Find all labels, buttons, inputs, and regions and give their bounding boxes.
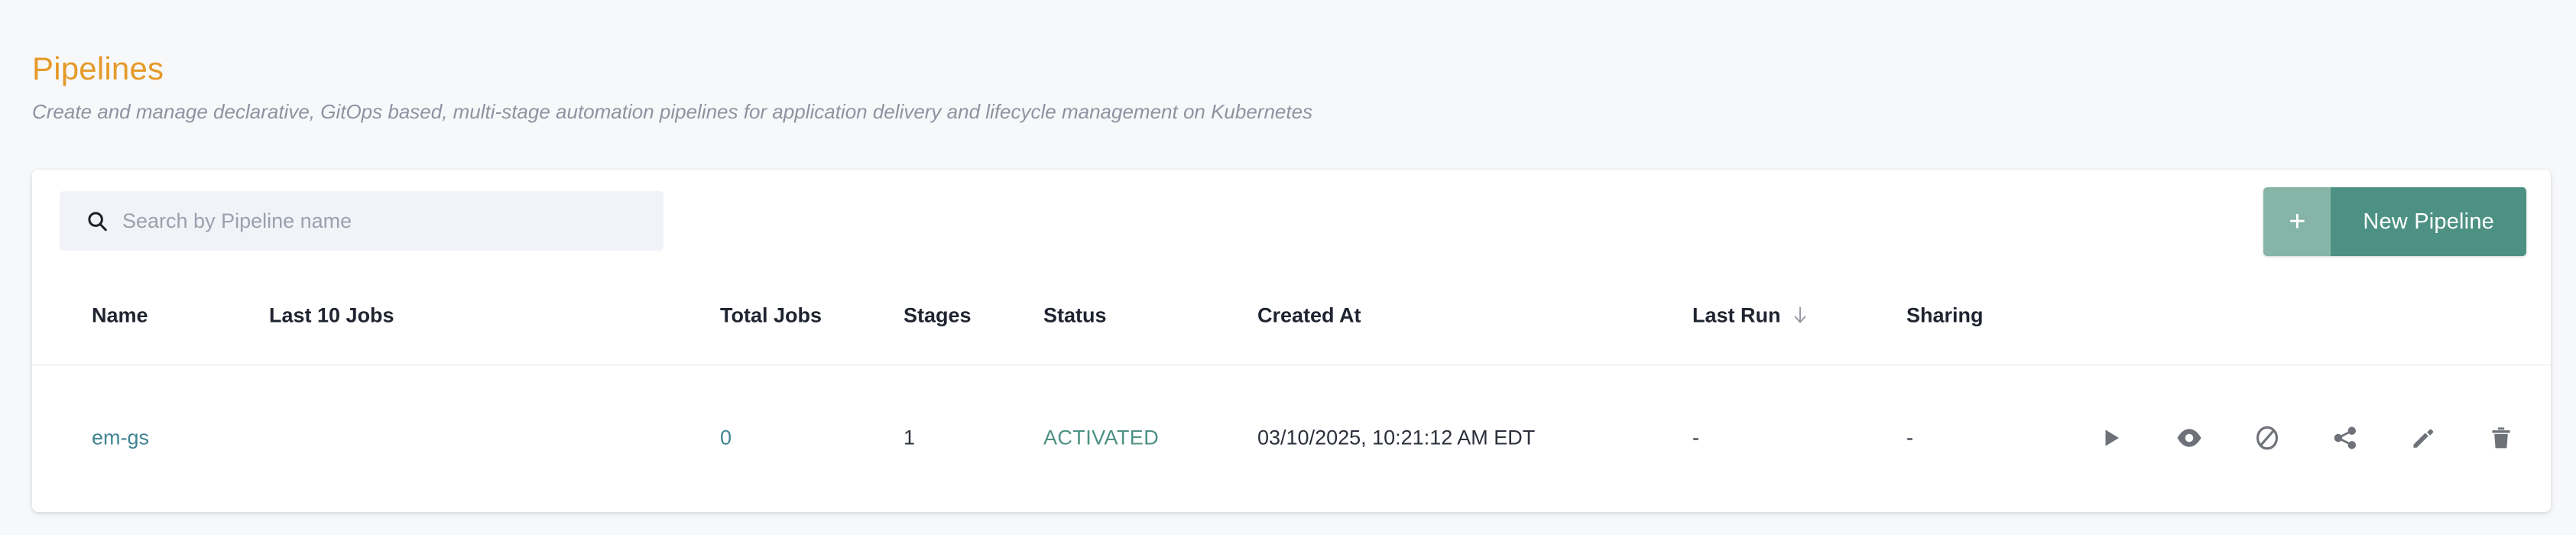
pipelines-card: + New Pipeline Name Last 10 Jobs Total J… [32,170,2551,512]
delete-pipeline-icon[interactable] [2487,423,2516,452]
cell-status-badge: ACTIVATED [1043,426,1160,449]
column-header-label: Created At [1257,303,1361,326]
column-header-last-10-jobs[interactable]: Last 10 Jobs [269,303,394,327]
table-row[interactable]: em-gs 0 1 ACTIVATED 03/10/2025, 10:21:12… [32,365,2551,511]
new-pipeline-button[interactable]: + New Pipeline [2263,187,2526,256]
pipelines-page: Pipelines Create and manage declarative,… [0,0,2576,535]
column-header-label: Stages [904,303,972,326]
sort-descending-arrow-icon [1792,306,1809,326]
cell-sharing: - [1906,426,1913,449]
run-pipeline-icon[interactable] [2097,423,2126,452]
search-box[interactable] [60,191,663,251]
column-header-stages[interactable]: Stages [904,303,972,327]
new-pipeline-label: New Pipeline [2331,187,2526,256]
view-pipeline-icon[interactable] [2175,423,2204,452]
row-actions [2097,423,2516,452]
cell-pipeline-name[interactable]: em-gs [92,426,149,450]
column-header-name[interactable]: Name [92,303,148,327]
column-header-label: Sharing [1906,303,1984,326]
cell-last-run: - [1692,426,1699,449]
cell-total-jobs[interactable]: 0 [720,426,732,450]
table-toolbar: + New Pipeline [32,170,2551,266]
column-header-sharing[interactable]: Sharing [1906,303,1984,327]
plus-icon: + [2263,187,2331,256]
pipelines-table: Name Last 10 Jobs Total Jobs Stages Stat… [32,266,2551,511]
page-subtitle: Create and manage declarative, GitOps ba… [32,100,1313,123]
column-header-label: Name [92,303,148,326]
edit-pipeline-icon[interactable] [2409,423,2438,452]
column-header-label: Total Jobs [720,303,822,326]
column-header-label: Status [1043,303,1107,326]
column-header-total-jobs[interactable]: Total Jobs [720,303,822,327]
column-header-last-run[interactable]: Last Run [1692,303,1809,327]
cell-stages: 1 [904,426,916,449]
column-header-label: Last Run [1692,303,1781,326]
column-header-created-at[interactable]: Created At [1257,303,1361,327]
table-header-row: Name Last 10 Jobs Total Jobs Stages Stat… [32,266,2551,365]
share-pipeline-icon[interactable] [2331,423,2360,452]
page-title: Pipelines [32,50,164,87]
cell-created-at: 03/10/2025, 10:21:12 AM EDT [1257,426,1536,449]
disable-pipeline-icon[interactable] [2253,423,2282,452]
search-input[interactable] [122,209,612,233]
column-header-status[interactable]: Status [1043,303,1107,327]
search-icon [86,209,109,232]
column-header-label: Last 10 Jobs [269,303,394,326]
